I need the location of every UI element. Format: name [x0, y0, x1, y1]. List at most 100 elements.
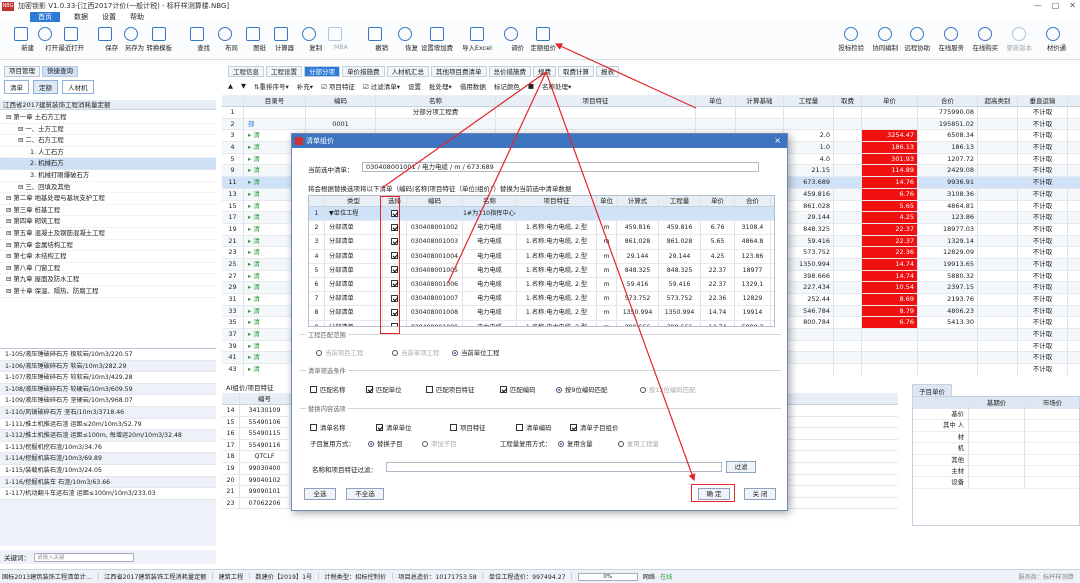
qty-mode-content-radio[interactable]: 复用含量	[558, 439, 593, 448]
toolbar-btn-13[interactable]: 恢复	[392, 25, 418, 52]
toolbar-btn-7[interactable]: 布局	[212, 25, 238, 52]
tree-node[interactable]: ⊟ 第六章 金属结构工程	[0, 240, 216, 252]
column-header[interactable]	[222, 393, 240, 404]
grid-tool-4[interactable]: ☑ 项目特征	[321, 81, 355, 91]
tab-quick-query[interactable]: 快捷查询	[42, 66, 78, 77]
quota-list-item[interactable]: 1-112/推土机推运石渣 运距≤100m, 每增运20m/10m3/32.48	[0, 430, 216, 442]
quota-list-item[interactable]: 1-106/液压锤破碎石方 软岩/10m3/282.29	[0, 361, 216, 373]
dialog-grid-row[interactable]: 8 分部清单 030408001008 电力电缆 1.名称:电力电缆, 2.型 m 1350…	[309, 306, 774, 321]
toolbar-btn-10[interactable]: 复制	[296, 25, 322, 52]
quota-list-item[interactable]: 1-110/风镐破碎石方 坚石/10m3/3718.46	[0, 407, 216, 419]
keyword-input[interactable]: 请输入关键	[34, 552, 134, 562]
filter-button[interactable]: 过滤	[726, 461, 756, 473]
tree-node[interactable]: ⊟ 第五章 混凝土及钢筋混凝土工程	[0, 228, 216, 240]
column-header[interactable]: 计算基础	[736, 95, 784, 106]
column-header[interactable]: 超高类别	[978, 95, 1018, 106]
subtab-labor-material[interactable]: 人材机	[62, 80, 94, 94]
quota-list-item[interactable]: 1-108/液压锤破碎石方 较硬岩/10m3/609.59	[0, 384, 216, 396]
replace-name-checkbox[interactable]: 清单名称	[310, 423, 346, 432]
tree-node[interactable]: ⊟ 第十章 保温、隔热、防腐工程	[0, 286, 216, 298]
tree-node[interactable]: ⊟ 三、回填及其他	[0, 182, 216, 194]
grid-tool-9[interactable]: 标记颜色	[494, 81, 520, 91]
grid-tool-7[interactable]: 批处理▾	[429, 81, 452, 91]
match-12digit-radio[interactable]: 按12位编码匹配	[640, 385, 695, 394]
quota-list-item[interactable]: 1-109/液压锤破碎石方 坚硬岩/10m3/968.07	[0, 395, 216, 407]
tab-ai-pricing[interactable]: AI组价/项目特征	[226, 382, 274, 392]
dialog-grid-row[interactable]: 5 分部清单 030408001005 电力电缆 1.名称:电力电缆, 2.型 m 848.…	[309, 263, 774, 278]
filter-input[interactable]	[386, 462, 722, 472]
replace-feature-checkbox[interactable]: 项目特征	[450, 423, 486, 432]
tree-node[interactable]: ⊟ 第二章 地基处理与基坑支护工程	[0, 193, 216, 205]
maximize-icon[interactable]: □	[1052, 1, 1060, 10]
match-9digit-radio[interactable]: 按9位编码匹配	[556, 385, 607, 394]
dialog-grid-row[interactable]: 3 分部清单 030408001003 电力电缆 1.名称:电力电缆, 2.型 m 861.…	[309, 235, 774, 250]
main-tab-5[interactable]: 其他项目费清单	[431, 66, 487, 77]
main-tab-8[interactable]: 取费计算	[558, 66, 594, 77]
column-header[interactable]: 项目特征	[496, 95, 696, 106]
toolbar-btn-9[interactable]: 计算器	[268, 25, 294, 52]
toolbar-btn-5[interactable]: 转换模板	[146, 25, 172, 52]
quota-list-item[interactable]: 1-107/液压锤破碎石方 较软岩/10m3/429.28	[0, 372, 216, 384]
toolbar-right-btn-0[interactable]: 投标检验	[838, 25, 864, 52]
column-header[interactable]: 单价	[862, 95, 918, 106]
column-header[interactable]: 工程量	[784, 95, 834, 106]
quota-list-item[interactable]: 1-105/液压锤破碎石方 极软岩/10m3/220.57	[0, 349, 216, 361]
toolbar-btn-16[interactable]: 调价	[498, 25, 524, 52]
tree-node[interactable]: ⊟ 二、石方工程	[0, 135, 216, 147]
toolbar-btn-15[interactable]: 导入Excel	[462, 25, 492, 52]
column-header[interactable]: 名称	[376, 95, 496, 106]
toolbar-right-btn-1[interactable]: 协同编制	[872, 25, 898, 52]
column-header[interactable]: 合价	[918, 95, 978, 106]
toolbar-btn-8[interactable]: 图纸	[240, 25, 266, 52]
scope-unit-radio[interactable]: 当前单位工程	[452, 348, 499, 357]
grid-row[interactable]: 2 部 0001 195851.02 不计取	[222, 118, 1080, 131]
main-tab-7[interactable]: 规费	[533, 66, 556, 77]
toolbar-btn-14[interactable]: 设置增加费	[421, 25, 453, 52]
main-tab-9[interactable]: 报表	[596, 66, 619, 77]
subtab-bill[interactable]: 清单	[4, 80, 29, 94]
tree-node[interactable]: 1. 人工石方	[0, 147, 216, 159]
subtab-quota[interactable]: 定额	[33, 80, 58, 94]
tree-node[interactable]: ⊟ 第八章 门窗工程	[0, 263, 216, 275]
toolbar-btn-12[interactable]: 撤销	[362, 25, 388, 52]
tree-node[interactable]: ⊟ 第四章 砌筑工程	[0, 216, 216, 228]
replace-unit-checkbox[interactable]: 清单单位	[376, 423, 412, 432]
match-name-checkbox[interactable]: 匹配名称	[310, 385, 346, 394]
tab-project-management[interactable]: 项目管理	[4, 66, 40, 77]
dialog-close-icon[interactable]: ×	[774, 134, 781, 148]
tree-node[interactable]: ⊟ 第七章 木结构工程	[0, 251, 216, 263]
sub-mode-add-radio[interactable]: 添加子目	[422, 439, 457, 448]
column-header[interactable]: 取费	[834, 95, 862, 106]
tree-node[interactable]: ⊟ 一、土方工程	[0, 124, 216, 136]
replace-subitem-checkbox[interactable]: 清单子目组价	[570, 423, 618, 432]
toolbar-right-btn-4[interactable]: 在线购买	[972, 25, 998, 52]
toolbar-right-btn-6[interactable]: 材价通	[1040, 25, 1066, 52]
grid-tool-10[interactable]: ■	[528, 82, 534, 90]
match-unit-checkbox[interactable]: 匹配单位	[366, 385, 402, 394]
main-tab-3[interactable]: 单价措施费	[342, 66, 385, 77]
dialog-grid-row[interactable]: 1▼单位工程1#为110指挥中心-安...	[309, 207, 774, 222]
tree-node[interactable]: ⊟ 第三章 桩基工程	[0, 205, 216, 217]
cancel-button[interactable]: 关 闭	[744, 488, 776, 500]
dialog-grid-row[interactable]: 2 分部清单 030408001002 电力电缆 1.名称:电力电缆, 2.型 m 459.…	[309, 221, 774, 236]
column-header[interactable]	[222, 95, 244, 106]
grid-tool-2[interactable]: ⇅重排序号▾	[254, 81, 289, 91]
quota-list-item[interactable]: 1-116/挖掘机装车 石渣/10m3/63.66	[0, 477, 216, 489]
quota-list-item[interactable]: 1-114/挖掘机装石渣/10m3/69.89	[0, 453, 216, 465]
toolbar-right-btn-5[interactable]: 更新版本	[1006, 25, 1032, 52]
toolbar-btn-11[interactable]: MBA	[322, 25, 348, 51]
dialog-grid-row[interactable]: 7 分部清单 030408001007 电力电缆 1.名称:电力电缆, 2.型 m 573.…	[309, 292, 774, 307]
qty-mode-quantity-radio[interactable]: 复用工程量	[618, 439, 659, 448]
grid-tool-8[interactable]: 借用数据	[460, 81, 486, 91]
column-header[interactable]: 单位	[696, 95, 736, 106]
toolbar-btn-0[interactable]: 新建	[8, 25, 34, 52]
main-tab-0[interactable]: 工程信息	[228, 66, 264, 77]
toolbar-btn-4[interactable]: 另存为	[118, 25, 144, 52]
toolbar-btn-2[interactable]: 最近打开	[58, 25, 84, 52]
grid-tool-3[interactable]: 补充▾	[297, 81, 313, 91]
menu-data[interactable]: 数据	[74, 12, 88, 22]
toolbar-btn-3[interactable]: 保存	[92, 25, 118, 52]
toolbar-right-btn-3[interactable]: 在线服务	[938, 25, 964, 52]
toolbar-btn-1[interactable]: 打开	[32, 25, 58, 52]
tree-node[interactable]: 3. 机械打眼爆破石方	[0, 170, 216, 182]
